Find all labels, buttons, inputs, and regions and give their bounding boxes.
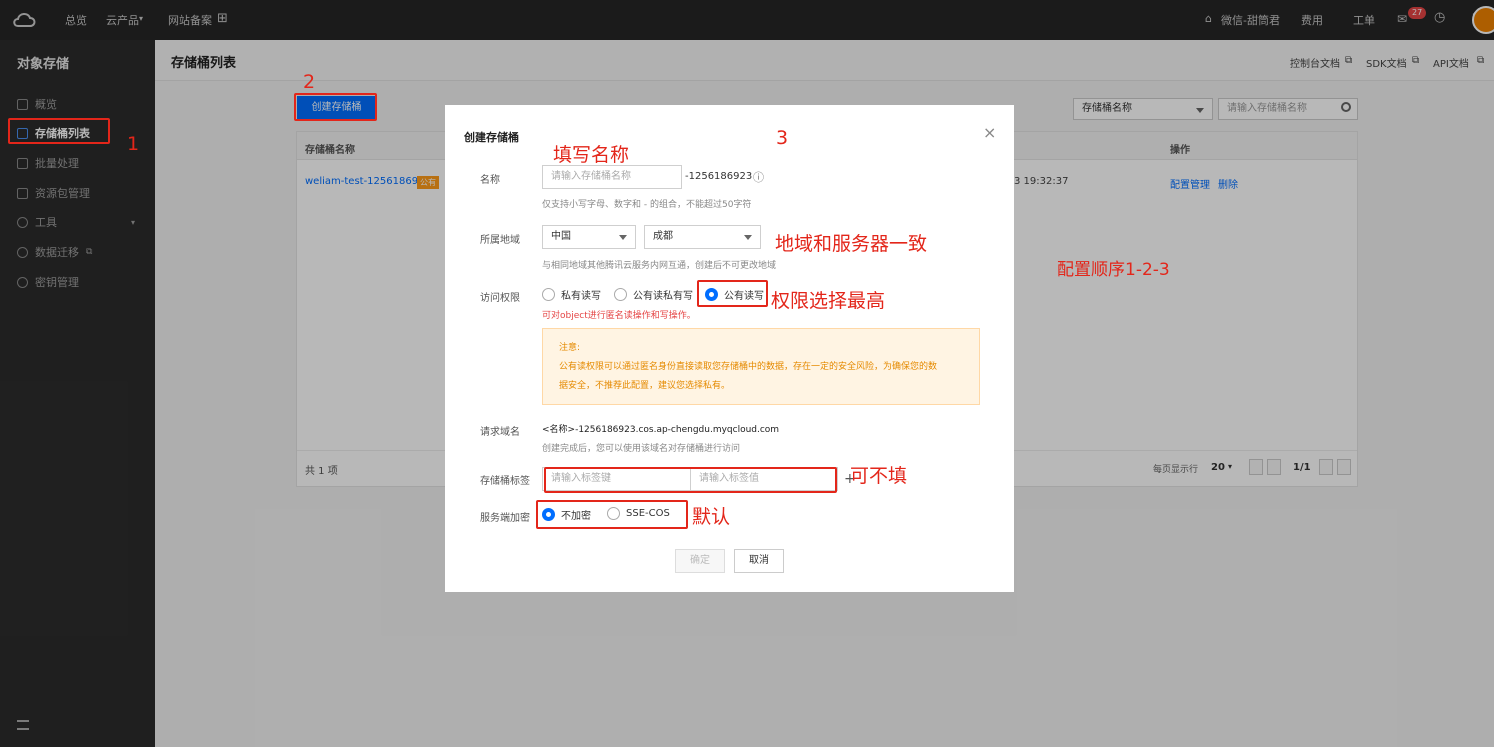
highlight-bucket-list	[8, 118, 110, 144]
annotation-region: 地域和服务器一致	[775, 233, 928, 255]
chevron-down-icon	[744, 235, 752, 240]
annotation-optional: 可不填	[850, 465, 908, 487]
annotation-default: 默认	[692, 506, 731, 528]
annotation-step3: 3	[776, 127, 789, 149]
close-icon[interactable]: ×	[983, 125, 996, 141]
annotation-step2: 2	[303, 71, 316, 93]
domain-label: 请求域名	[480, 427, 520, 438]
cancel-button[interactable]: 取消	[734, 549, 784, 573]
domain-value: <名称>-1256186923.cos.ap-chengdu.myqcloud.…	[542, 425, 780, 435]
annotation-fill-name: 填写名称	[553, 144, 630, 166]
tag-label: 存储桶标签	[480, 476, 530, 487]
region-label: 所属地域	[480, 235, 520, 246]
annotation-step1: 1	[127, 133, 140, 155]
chevron-down-icon	[619, 235, 627, 240]
access-label: 访问权限	[480, 293, 520, 304]
access-public-read-radio[interactable]: 公有读私有写	[614, 287, 693, 302]
annotation-order: 配置顺序1-2-3	[1057, 260, 1170, 280]
domain-hint: 创建完成后，您可以使用该域名对存储桶进行访问	[542, 444, 741, 454]
highlight-create-button	[294, 93, 377, 121]
region-hint: 与相同地域其他腾讯云服务内网互通，创建后不可更改地域	[542, 261, 777, 271]
notice-title: 注意:	[559, 343, 581, 353]
info-icon[interactable]: ⓘ	[753, 169, 764, 185]
region-city-select[interactable]: 成都	[644, 225, 761, 249]
notice-line2: 据安全，不推荐此配置，建议您选择私有。	[559, 381, 731, 391]
access-private-radio[interactable]: 私有读写	[542, 287, 601, 302]
highlight-encryption	[536, 500, 688, 529]
region-country-select[interactable]: 中国	[542, 225, 636, 249]
dialog-title: 创建存储桶	[464, 131, 519, 144]
notice-box: 注意: 公有读权限可以通过匿名身份直接读取您存储桶中的数据，存在一定的安全风险，…	[542, 328, 980, 405]
name-suffix: -1256186923	[685, 171, 753, 182]
annotation-permission: 权限选择最高	[771, 290, 886, 312]
name-hint: 仅支持小写字母、数字和 - 的组合，不能超过50字符	[542, 200, 752, 210]
access-warning-text: 可对object进行匿名读操作和写操作。	[542, 311, 696, 321]
highlight-public-rw	[697, 280, 768, 307]
encrypt-label: 服务端加密	[480, 513, 530, 524]
name-label: 名称	[480, 175, 500, 186]
notice-line1: 公有读权限可以通过匿名身份直接读取您存储桶中的数据，存在一定的安全风险，为确保您…	[559, 362, 938, 372]
confirm-button[interactable]: 确定	[675, 549, 725, 573]
bucket-name-input[interactable]: 请输入存储桶名称	[542, 165, 682, 189]
highlight-tags	[544, 467, 837, 493]
